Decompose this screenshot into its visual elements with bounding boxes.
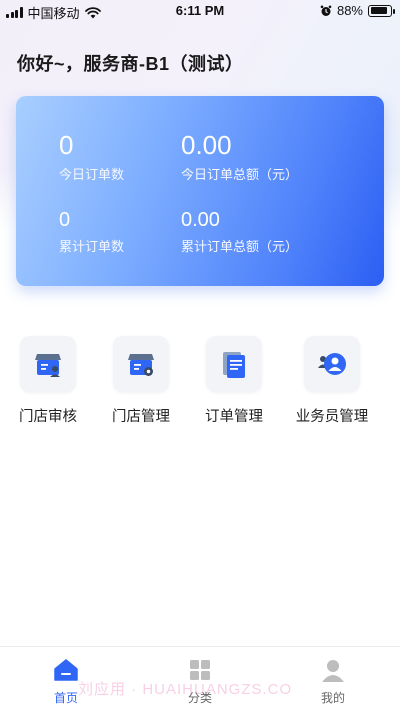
status-right: 88% — [320, 3, 395, 18]
menu-item-salesperson-manage[interactable]: 业务员管理 — [287, 336, 377, 426]
order-document-icon — [206, 336, 262, 392]
stats-card: 0 今日订单数 0.00 今日订单总额（元） 0 累计订单数 0.00 累计订单… — [16, 96, 384, 286]
bottom-tab-bar: 首页 分类 我的 — [0, 646, 400, 710]
stat-value: 0.00 — [181, 209, 220, 231]
stat-total-amount: 0.00 累计订单总额（元） — [181, 208, 298, 255]
grid-icon — [165, 657, 235, 683]
menu-label: 订单管理 — [205, 409, 263, 425]
menu-label: 业务员管理 — [295, 409, 369, 425]
store-manage-icon — [113, 336, 169, 392]
tab-label: 首页 — [53, 691, 78, 705]
stat-value: 0 — [59, 130, 74, 160]
tab-category[interactable]: 分类 — [165, 657, 235, 706]
stat-value: 0.00 — [181, 130, 232, 160]
stat-label: 累计订单总额（元） — [181, 239, 299, 254]
salesperson-icon — [304, 336, 360, 392]
stat-today-amount: 0.00 今日订单总额（元） — [181, 130, 298, 183]
tab-label: 我的 — [320, 691, 345, 705]
menu-item-store-review[interactable]: 门店审核 — [3, 336, 93, 426]
user-icon — [298, 657, 368, 683]
menu-item-store-manage[interactable]: 门店管理 — [96, 336, 186, 426]
home-icon — [31, 657, 101, 683]
battery-fill — [370, 7, 388, 14]
tab-home[interactable]: 首页 — [31, 657, 101, 706]
battery-percent: 88% — [336, 3, 363, 18]
function-menu: 门店审核 门店管理 订单管理 业务员管理 — [0, 336, 400, 431]
tab-label: 分类 — [187, 691, 212, 705]
stat-label: 今日订单数 — [59, 167, 125, 182]
menu-label: 门店审核 — [19, 409, 77, 425]
store-review-icon — [20, 336, 76, 392]
alarm-icon — [320, 5, 332, 16]
battery-icon — [368, 4, 395, 17]
page-title: 你好~，服务商-B1（测试） — [17, 54, 244, 74]
tab-mine[interactable]: 我的 — [298, 657, 368, 706]
menu-label: 门店管理 — [112, 409, 170, 425]
status-bar: 中国移动 6:11 PM 88% — [0, 0, 400, 22]
menu-item-order-manage[interactable]: 订单管理 — [189, 336, 279, 426]
stat-today-orders: 0 今日订单数 — [59, 130, 124, 183]
stat-label: 累计订单数 — [59, 239, 125, 254]
stat-label: 今日订单总额（元） — [181, 167, 299, 182]
stat-value: 0 — [59, 209, 71, 231]
stat-total-orders: 0 累计订单数 — [59, 208, 124, 255]
